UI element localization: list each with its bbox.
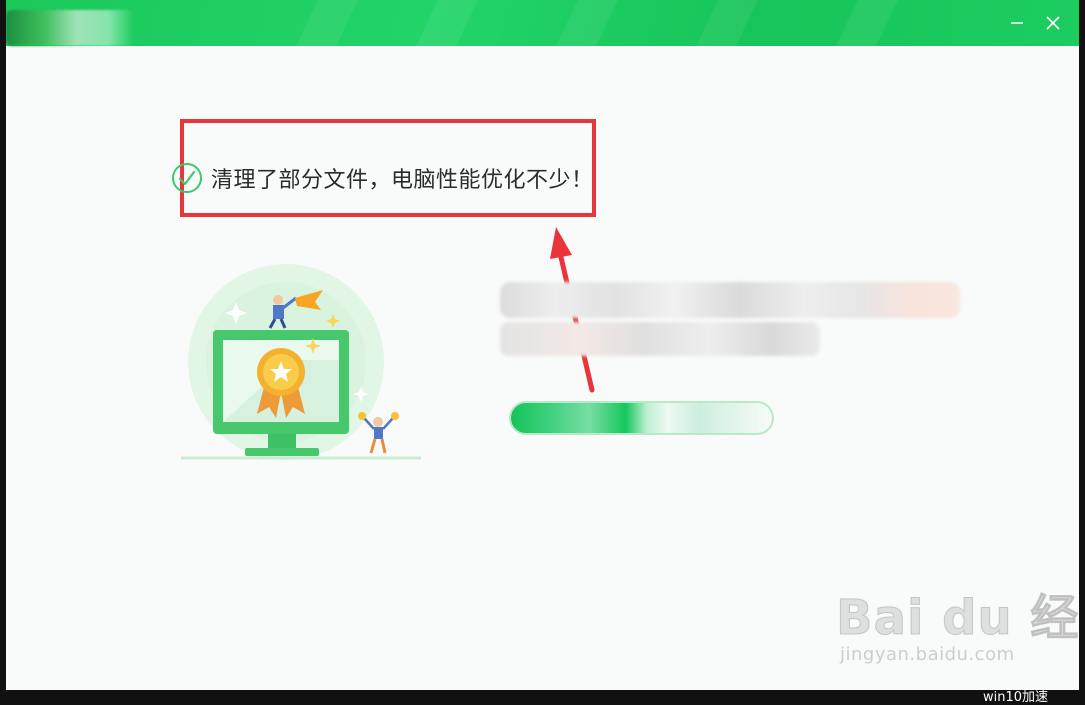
minimize-button[interactable] [1002, 8, 1032, 38]
close-icon [1046, 16, 1060, 30]
taskbar-label: win10加速 [983, 690, 1049, 705]
result-message: 清理了部分文件，电脑性能优化不少！ [211, 168, 594, 193]
app-window: 清理了部分文件，电脑性能优化不少！ Bai du 经 jingyan.baidu… [6, 0, 1079, 690]
baidu-jingyan-watermark: Bai du 经验 jingyan.baidu.com [835, 578, 1079, 673]
title-bar [6, 0, 1079, 70]
result-status: 清理了部分文件，电脑性能优化不少！ [171, 162, 594, 194]
check-circle-icon [172, 163, 202, 193]
redacted-detail-line [500, 322, 820, 356]
watermark-brand: Bai du 经验 [835, 590, 1079, 647]
close-button[interactable] [1038, 8, 1068, 38]
minimize-icon [1011, 22, 1023, 24]
success-illustration [181, 264, 421, 460]
redacted-action-button[interactable] [509, 401, 774, 435]
redacted-summary-line [500, 282, 960, 318]
watermark-url: jingyan.baidu.com [840, 644, 1015, 665]
app-logo [6, 10, 134, 46]
